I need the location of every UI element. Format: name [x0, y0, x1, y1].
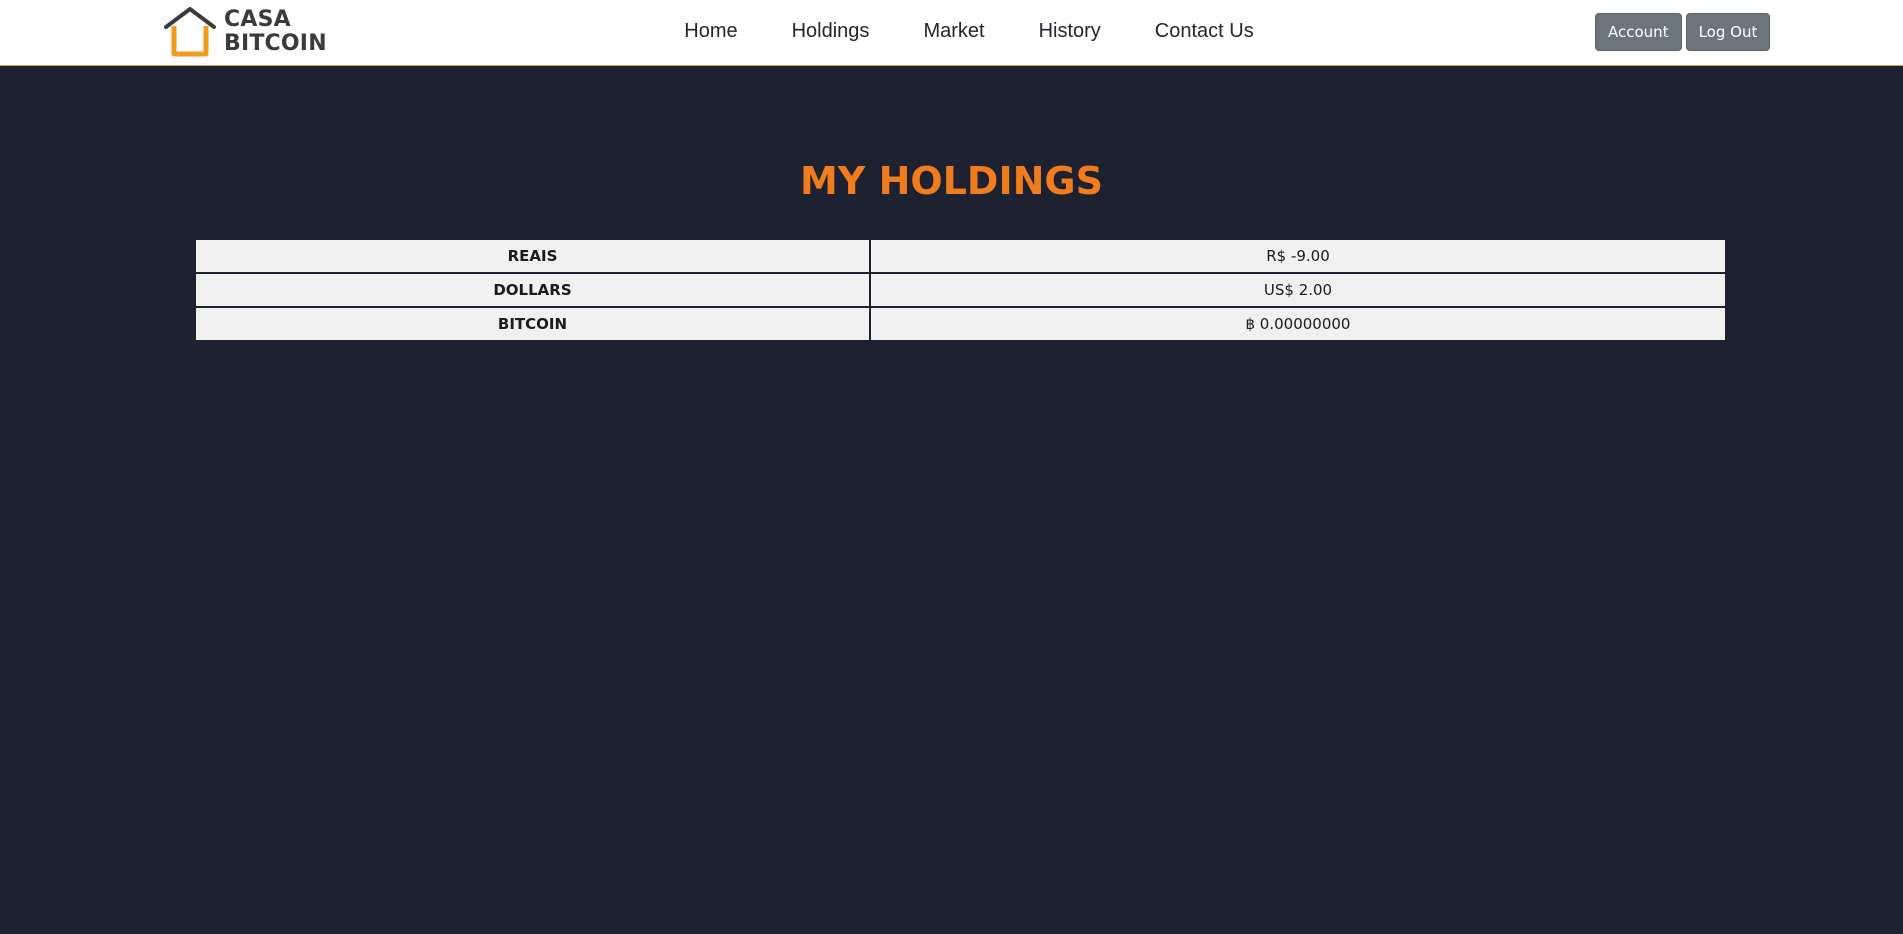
holding-row-bitcoin: BITCOIN ฿ 0.00000000 [194, 306, 1727, 342]
holding-row-reais: REAIS R$ -9.00 [194, 238, 1727, 274]
holding-value: R$ -9.00 [869, 238, 1727, 274]
page-title: MY HOLDINGS [800, 159, 1103, 203]
holdings-table: REAIS R$ -9.00 DOLLARS US$ 2.00 BITCOIN … [194, 238, 1727, 342]
holdings-table-body: REAIS R$ -9.00 DOLLARS US$ 2.00 BITCOIN … [194, 238, 1727, 342]
holding-label: REAIS [194, 238, 871, 274]
nav-home[interactable]: Home [684, 19, 737, 43]
nav-contact-us[interactable]: Contact Us [1155, 19, 1254, 43]
holdings-table-container: REAIS R$ -9.00 DOLLARS US$ 2.00 BITCOIN … [194, 238, 1727, 342]
holding-row-dollars: DOLLARS US$ 2.00 [194, 272, 1727, 308]
account-button[interactable]: Account [1595, 13, 1682, 51]
nav-market[interactable]: Market [923, 19, 984, 43]
account-actions: Account Log Out [1595, 13, 1771, 51]
holding-value: ฿ 0.00000000 [869, 306, 1727, 342]
holding-value: US$ 2.00 [869, 272, 1727, 308]
top-navbar: CASA BITCOIN Home Holdings Market Histor… [0, 0, 1903, 66]
holding-label: BITCOIN [194, 306, 871, 342]
holding-label: DOLLARS [194, 272, 871, 308]
logout-button[interactable]: Log Out [1685, 13, 1771, 51]
nav-history[interactable]: History [1039, 19, 1101, 43]
nav-holdings[interactable]: Holdings [792, 19, 870, 43]
